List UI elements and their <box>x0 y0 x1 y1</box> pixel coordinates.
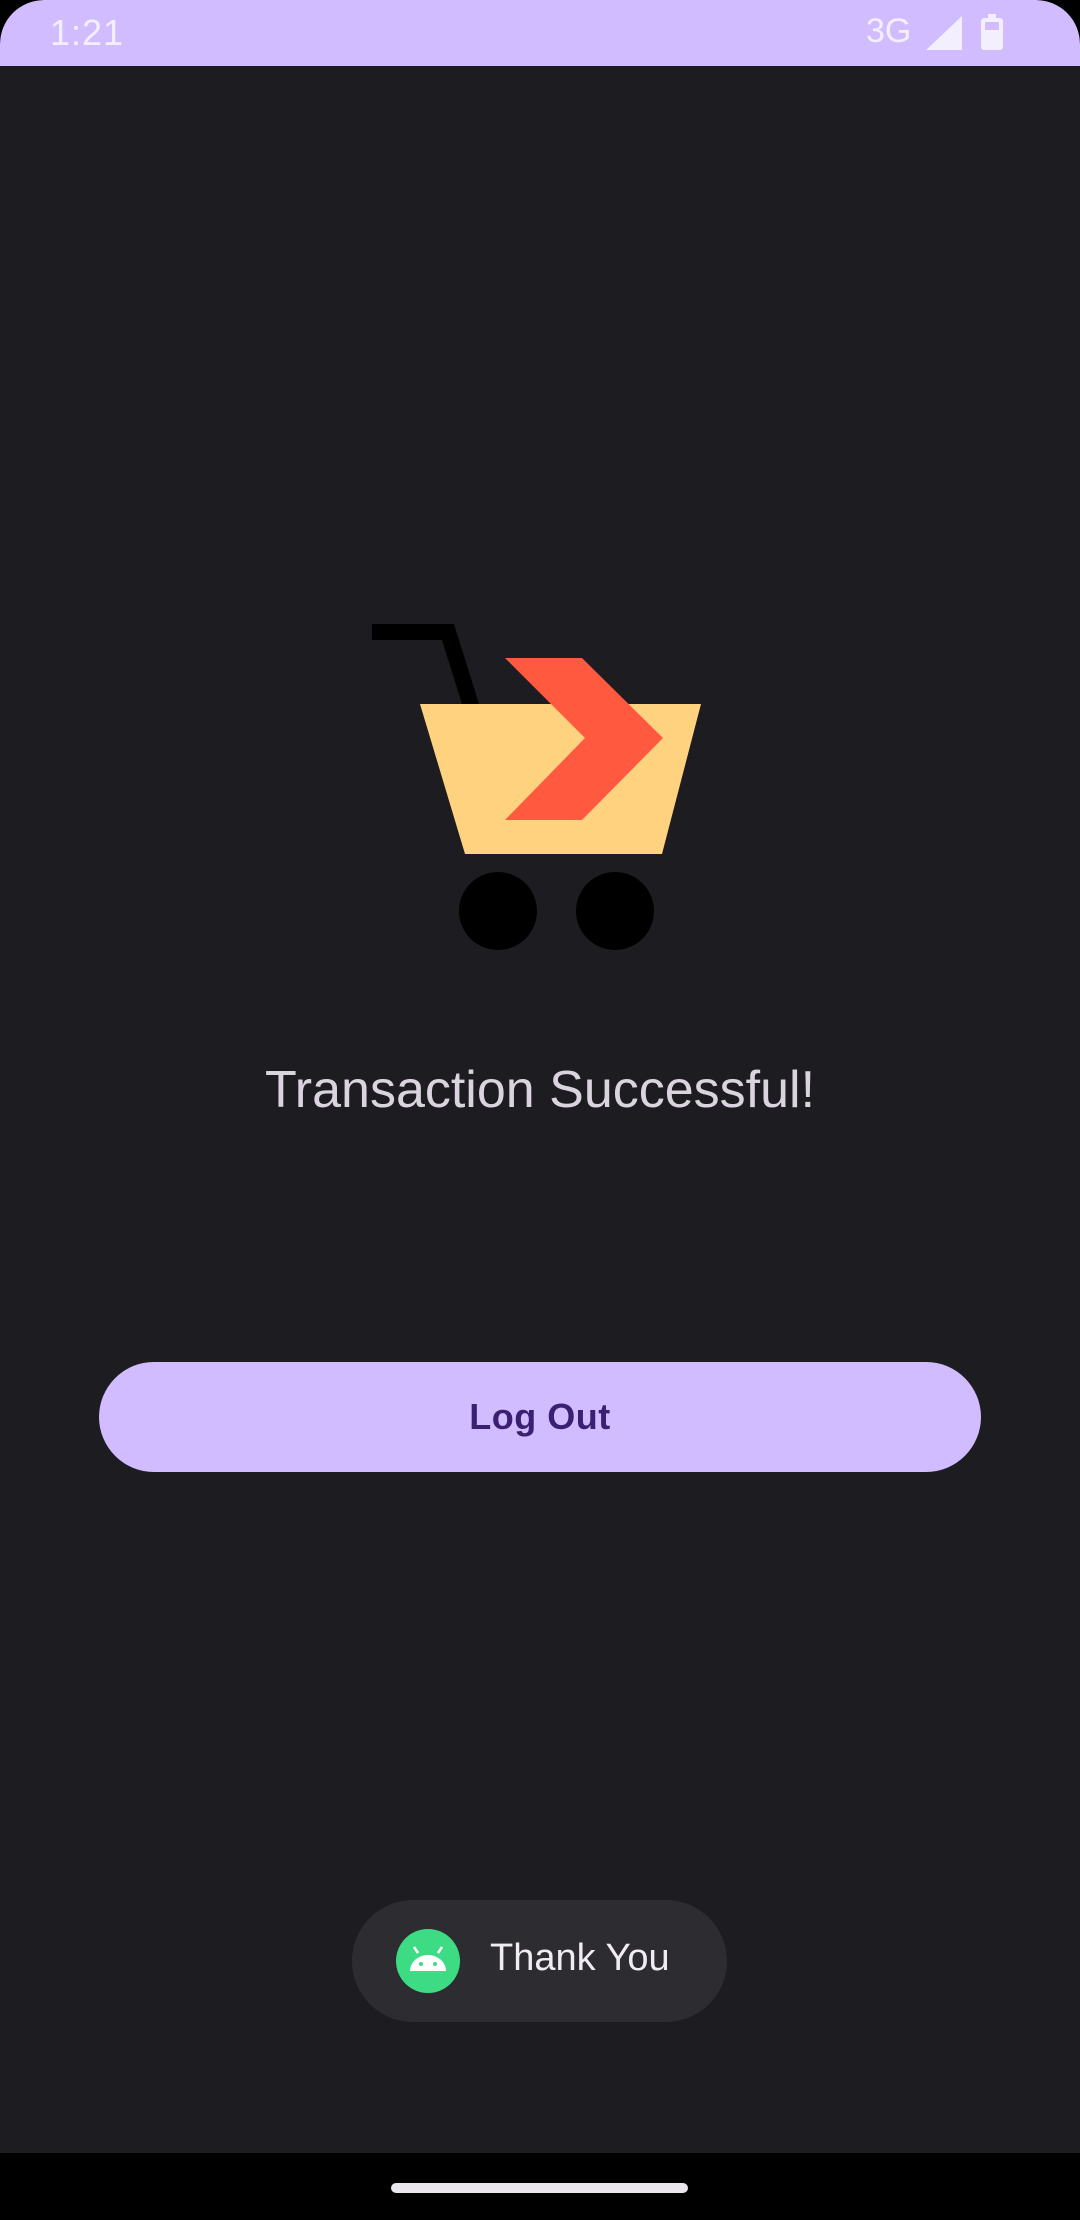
battery-icon <box>981 14 1003 50</box>
shopping-cart-icon <box>372 624 701 950</box>
android-icon <box>396 1929 460 1993</box>
toast-notification: Thank You <box>352 1900 727 2022</box>
signal-icon <box>926 16 962 50</box>
toast-text: Thank You <box>490 1937 670 1979</box>
navigation-bar <box>0 2153 1080 2220</box>
status-time: 1:21 <box>50 12 125 53</box>
network-type: 3G <box>866 12 912 50</box>
home-gesture-handle[interactable] <box>391 2183 688 2193</box>
transaction-status-message: Transaction Successful! <box>264 1061 816 1119</box>
app-screen: 1:21 3G Transaction Successful! Log Out <box>0 0 1080 2220</box>
status-bar: 1:21 3G <box>0 0 1080 66</box>
logout-button[interactable]: Log Out <box>99 1362 981 1472</box>
